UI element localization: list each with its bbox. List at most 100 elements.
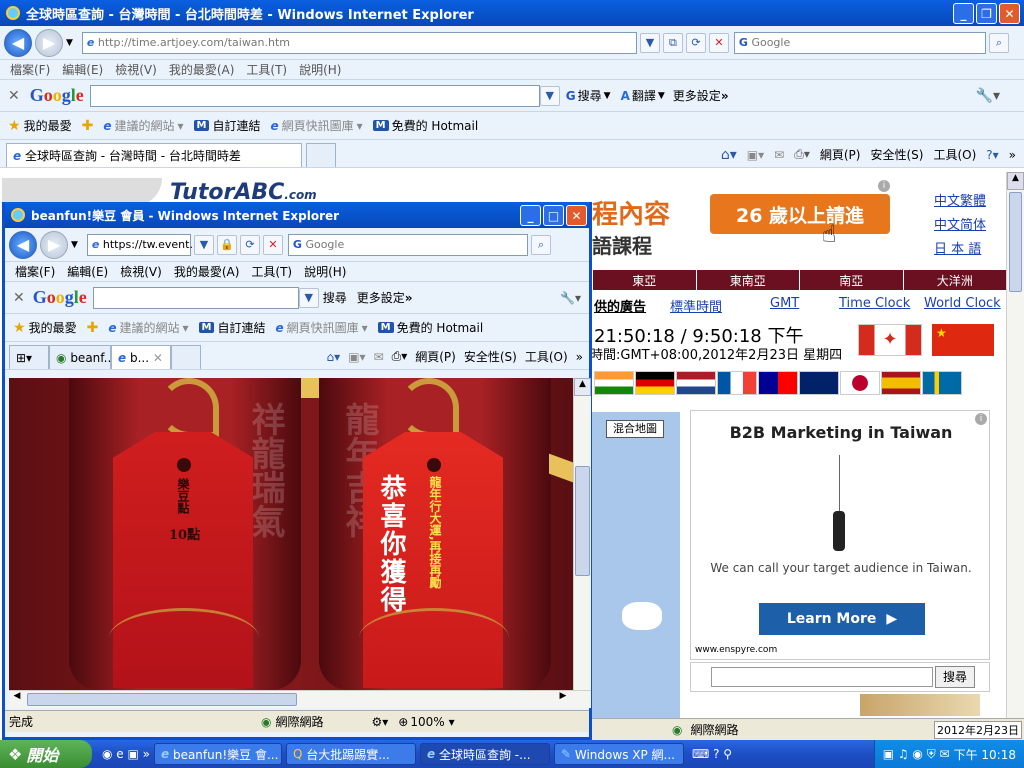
search-dropdown-icon[interactable]: ▼ <box>604 91 611 101</box>
quick-tabs-button[interactable]: ⊞▾ <box>9 345 49 369</box>
china-flag[interactable]: ★ <box>932 324 994 356</box>
google-search-input[interactable] <box>89 84 540 107</box>
lang-link-japanese[interactable]: 日 本 語 <box>934 238 981 257</box>
google-search-button[interactable]: 搜尋 <box>578 87 602 104</box>
feeds-icon[interactable]: ▣▾ <box>348 350 365 364</box>
taskbar-item-timezone[interactable]: e 全球時區查詢 -... <box>419 743 550 765</box>
popup-fav-hotmail[interactable]: M 免費的 Hotmail <box>377 319 483 336</box>
menu-edit[interactable]: 編輯(E) <box>62 61 103 78</box>
site-search-button[interactable]: 搜尋 <box>935 666 975 688</box>
popup-new-tab-button[interactable] <box>171 345 201 369</box>
popup-scrollbar-vertical[interactable]: ▲ <box>573 378 591 690</box>
ad-info-icon[interactable]: i <box>878 180 890 192</box>
menu-view[interactable]: 檢視(V) <box>115 61 157 78</box>
compat-icon[interactable]: ⧉ <box>662 32 683 53</box>
tools-menu[interactable]: 工具(O) <box>933 146 976 163</box>
wrench-icon[interactable]: 🔧▾ <box>976 88 1000 104</box>
menu-file[interactable]: 檔案(F) <box>10 61 50 78</box>
scroll-left-arrow[interactable]: ◀ <box>9 691 25 708</box>
popup-search-icon[interactable]: ⌕ <box>530 234 551 255</box>
popup-fav-suggested-sites[interactable]: e 建議的網站 ▾ <box>108 319 188 336</box>
netherlands-flag[interactable] <box>676 371 716 395</box>
scroll-thumb[interactable] <box>1009 192 1022 292</box>
chevron-right-icon[interactable]: » <box>405 291 413 305</box>
tab-close-icon[interactable]: ✕ <box>153 351 163 365</box>
lang-link-traditional[interactable]: 中文繁體 <box>934 190 986 209</box>
back-button[interactable]: ◀ <box>4 28 32 57</box>
site-search-input[interactable] <box>711 667 933 687</box>
france-flag[interactable] <box>717 371 757 395</box>
promo-button[interactable]: 26 歲以上請進 <box>710 194 890 234</box>
popup-recent-dropdown[interactable]: ▼ <box>71 240 78 250</box>
menu-tools[interactable]: 工具(T) <box>246 61 287 78</box>
scroll-up-arrow[interactable]: ▲ <box>1007 172 1024 190</box>
close-button[interactable]: ✕ <box>999 3 1020 24</box>
bottom-ad-image[interactable] <box>860 694 980 716</box>
popup-maximize-button[interactable]: □ <box>543 205 564 226</box>
fav-suggested-sites[interactable]: e 建議的網站 ▾ <box>103 117 183 134</box>
scroll-right-arrow[interactable]: ▶ <box>555 691 571 708</box>
sweden-flag[interactable] <box>922 371 962 395</box>
help-icon[interactable]: ?▾ <box>986 148 998 162</box>
more-settings-button[interactable]: 更多設定 <box>673 87 721 104</box>
popup-back-button[interactable]: ◀ <box>9 230 37 259</box>
wrench-icon[interactable]: 🔧▾ <box>560 291 581 305</box>
new-tab-button[interactable] <box>306 143 336 167</box>
zoom-level[interactable]: 100% <box>410 715 444 729</box>
fav-hotmail[interactable]: M 免費的 Hotmail <box>372 117 478 134</box>
popup-scroll-thumb[interactable] <box>575 466 590 576</box>
popup-fav-webslice-gallery[interactable]: e 網頁快訊圖庫 ▾ <box>275 319 367 336</box>
protected-mode-icon[interactable]: ⚙▾ <box>372 715 389 729</box>
forward-button[interactable]: ▶ <box>35 28 63 57</box>
minimize-button[interactable]: _ <box>953 3 974 24</box>
stop-icon[interactable]: ✕ <box>708 32 729 53</box>
chevron-right-icon[interactable]: » <box>1009 148 1016 162</box>
map-area[interactable]: 混合地圖 <box>592 412 680 718</box>
chevron-right-icon[interactable]: » <box>721 89 729 103</box>
taiwan-flag[interactable] <box>758 371 798 395</box>
close-toolbar-icon[interactable]: ✕ <box>13 290 25 306</box>
address-field[interactable]: e http://time.artjoey.com/taiwan.htm <box>81 31 637 54</box>
popup-address-dropdown[interactable]: ▼ <box>193 234 214 255</box>
quicklaunch-icons[interactable]: ◉ e ▣ » <box>102 747 150 761</box>
mail-icon[interactable]: ✉ <box>774 148 784 162</box>
ad-url[interactable]: www.enspyre.com <box>695 645 777 655</box>
taskbar-item-winxp[interactable]: ✎ Windows XP 網... <box>553 743 684 765</box>
popup-scrollbar-horizontal[interactable]: ◀ ▶ <box>9 690 591 708</box>
region-oceania[interactable]: 大洋洲 <box>902 270 1007 290</box>
menu-help[interactable]: 說明(H) <box>299 61 341 78</box>
popup-menu-edit[interactable]: 編輯(E) <box>67 263 108 280</box>
popup-google-search-button[interactable]: 搜尋 <box>323 289 347 306</box>
region-southeast-asia[interactable]: 東南亞 <box>695 270 800 290</box>
popup-menu-tools[interactable]: 工具(T) <box>251 263 292 280</box>
tray-icons[interactable]: ▣ ♫ ◉ ⛨ ✉ <box>883 747 950 762</box>
start-button[interactable]: ❖ 開始 <box>0 740 92 768</box>
india-flag[interactable] <box>594 371 634 395</box>
fav-webslice-gallery[interactable]: e 網頁快訊圖庫 ▾ <box>270 117 362 134</box>
side-ad[interactable]: B2B Marketing in Taiwan We can call your… <box>690 410 990 660</box>
add-favorite-button[interactable]: ✚ <box>82 118 94 134</box>
ad-info-icon[interactable]: i <box>975 413 987 425</box>
popup-menu-help[interactable]: 說明(H) <box>304 263 346 280</box>
keyboard-icon[interactable]: ⌨ ? ⚲ <box>692 747 732 761</box>
popup-refresh-icon[interactable]: ⟳ <box>239 234 260 255</box>
popup-stop-icon[interactable]: ✕ <box>262 234 283 255</box>
popup-menu-favorites[interactable]: 我的最愛(A) <box>174 263 240 280</box>
popup-close-button[interactable]: ✕ <box>566 205 587 226</box>
refresh-icon[interactable]: ⟳ <box>685 32 706 53</box>
print-icon[interactable]: ⎙▾ <box>794 147 810 162</box>
link-gmt[interactable]: GMT <box>770 296 799 311</box>
hybrid-map-button[interactable]: 混合地圖 <box>606 420 664 438</box>
fav-custom-links[interactable]: M 自訂連結 <box>193 117 260 134</box>
spain-flag[interactable] <box>881 371 921 395</box>
translate-button[interactable]: 翻譯 <box>632 87 656 104</box>
popup-tab-2[interactable]: e b... ✕ <box>111 345 171 369</box>
taskbar-clock[interactable]: 下午 10:18 <box>954 746 1016 763</box>
link-time-clock[interactable]: Time Clock <box>839 296 910 311</box>
tab-active[interactable]: e 全球時區查詢 - 台灣時間 - 台北時間時差 <box>6 143 302 167</box>
germany-flag[interactable] <box>635 371 675 395</box>
popup-tab-1[interactable]: ◉ beanf... <box>49 345 115 369</box>
menu-favorites[interactable]: 我的最愛(A) <box>169 61 235 78</box>
chevron-right-icon[interactable]: » <box>576 350 583 364</box>
translate-dropdown-icon[interactable]: ▼ <box>658 91 665 101</box>
